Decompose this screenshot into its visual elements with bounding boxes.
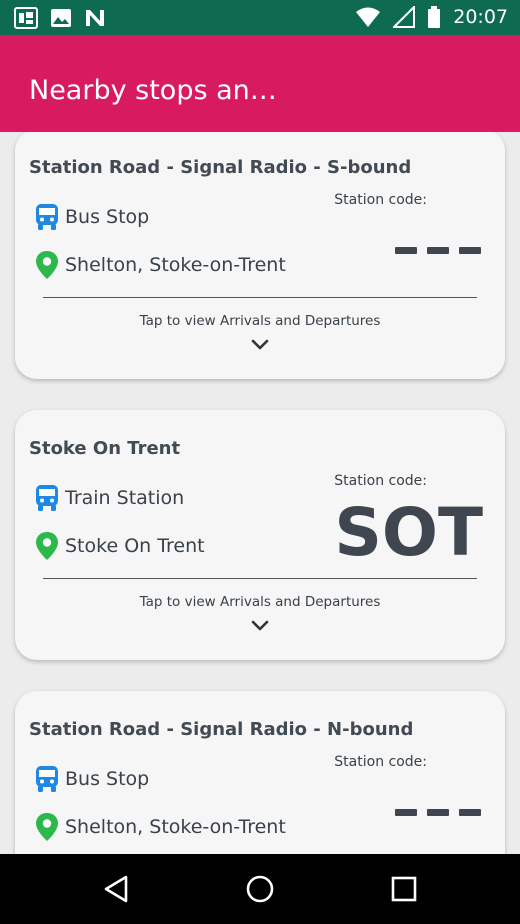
home-icon[interactable] (245, 874, 275, 904)
back-icon[interactable] (102, 874, 130, 904)
navigation-bar (0, 854, 520, 924)
location-pin-icon (36, 251, 58, 279)
wifi-icon (356, 7, 381, 27)
train-icon (36, 485, 58, 511)
battery-icon (428, 6, 441, 28)
status-bar: 20:07 (0, 0, 520, 35)
stop-type-row: Bus Stop (35, 203, 149, 231)
status-time: 20:07 (453, 6, 508, 28)
stop-location-label: Shelton, Stoke-on-Trent (65, 254, 286, 276)
bus-icon (36, 204, 58, 230)
divider (43, 297, 477, 298)
chevron-down-icon[interactable] (251, 339, 269, 351)
app-bar: Nearby stops an… (0, 35, 520, 132)
location-pin-icon (36, 813, 58, 841)
stop-card[interactable]: Station Road - Signal Radio - S-bound Bu… (15, 132, 505, 379)
chevron-down-icon[interactable] (251, 620, 269, 632)
sim-card-icon (14, 7, 38, 29)
stop-location-label: Stoke On Trent (65, 535, 205, 557)
stop-type-label: Train Station (65, 487, 185, 509)
divider (43, 578, 477, 579)
tap-hint[interactable]: Tap to view Arrivals and Departures (15, 313, 505, 329)
stop-location-label: Shelton, Stoke-on-Trent (65, 816, 286, 838)
n-app-icon (86, 10, 104, 26)
stop-card[interactable]: Stoke On Trent Train Station Stoke On Tr… (15, 410, 505, 660)
stop-location-row: Stoke On Trent (35, 531, 205, 561)
tap-hint[interactable]: Tap to view Arrivals and Departures (15, 594, 505, 610)
stop-location-row: Shelton, Stoke-on-Trent (35, 250, 286, 280)
stop-title: Station Road - Signal Radio - S-bound (29, 157, 412, 178)
station-code-value: SOT (334, 494, 483, 571)
station-code-label: Station code: (334, 192, 427, 208)
location-pin-icon (36, 532, 58, 560)
stop-title: Stoke On Trent (29, 438, 181, 459)
stop-type-row: Train Station (35, 484, 184, 512)
stop-type-label: Bus Stop (65, 768, 150, 790)
bus-icon (36, 766, 58, 792)
station-code-label: Station code: (334, 473, 427, 489)
stop-type-label: Bus Stop (65, 206, 150, 228)
signal-icon (393, 6, 416, 28)
station-code-placeholder (395, 809, 481, 816)
recents-icon[interactable] (391, 876, 417, 902)
stop-location-row: Shelton, Stoke-on-Trent (35, 812, 286, 842)
stop-card[interactable]: Station Road - Signal Radio - N-bound Bu… (15, 691, 505, 854)
page-title: Nearby stops an… (29, 75, 277, 106)
image-icon (51, 9, 71, 27)
stop-type-row: Bus Stop (35, 765, 149, 793)
station-code-label: Station code: (334, 754, 427, 770)
station-code-placeholder (395, 247, 481, 254)
stops-list[interactable]: Station Road - Signal Radio - S-bound Bu… (0, 132, 520, 854)
stop-title: Station Road - Signal Radio - N-bound (29, 719, 414, 740)
